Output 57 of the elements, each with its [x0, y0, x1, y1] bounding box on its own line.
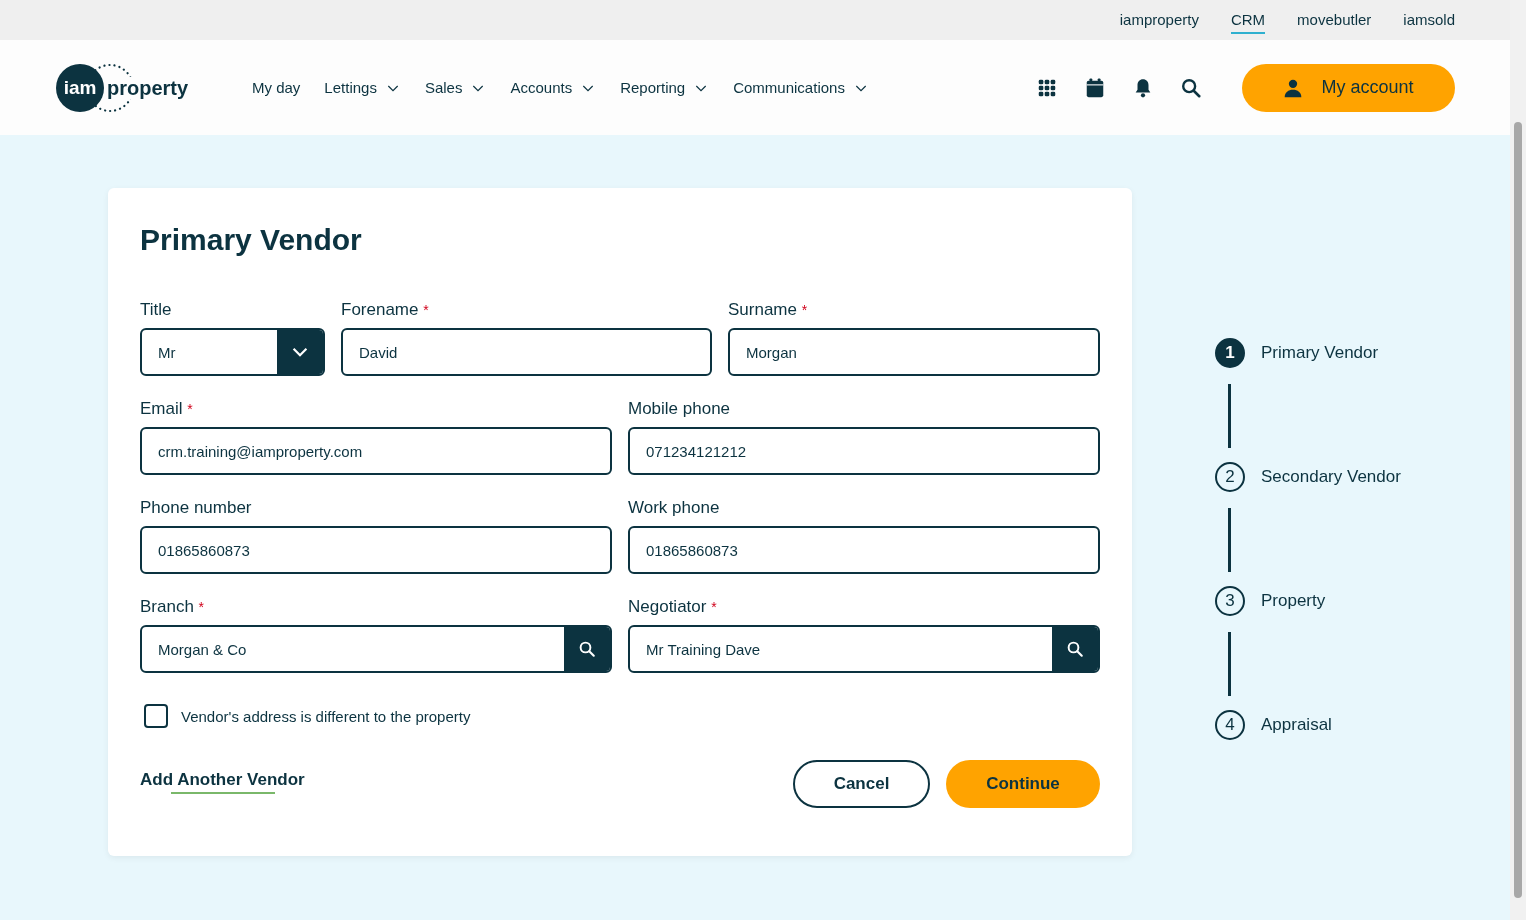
- step-label[interactable]: Property: [1261, 591, 1326, 611]
- field-label: Mobile phone: [628, 399, 732, 419]
- field-label: Phone number: [140, 498, 253, 518]
- nav-item[interactable]: Lettings: [324, 79, 401, 96]
- search-button[interactable]: [564, 627, 610, 671]
- cancel-button[interactable]: Cancel: [793, 760, 930, 808]
- checkbox[interactable]: [144, 704, 168, 728]
- step-number: 3: [1215, 586, 1245, 616]
- nav-item[interactable]: Reporting: [620, 79, 710, 96]
- step-connector: [1228, 632, 1231, 696]
- step-connector: [1228, 384, 1231, 448]
- input-field[interactable]: 01865860873: [140, 526, 612, 574]
- scrollbar[interactable]: [1510, 0, 1526, 920]
- top-link[interactable]: iamproperty: [1119, 6, 1199, 34]
- top-link[interactable]: iamsold: [1403, 6, 1455, 34]
- search-icon[interactable]: [578, 640, 596, 658]
- form-heading: Primary Vendor: [140, 222, 363, 258]
- field-label: Branch *: [140, 597, 206, 617]
- search-button[interactable]: [1052, 627, 1098, 671]
- continue-button[interactable]: Continue: [946, 760, 1100, 808]
- top-link[interactable]: CRM: [1230, 6, 1266, 34]
- step-number: 1: [1215, 338, 1245, 368]
- checkbox-label: Vendor's address is different to the property: [181, 707, 471, 725]
- lookup-field[interactable]: Mr Training Dave: [628, 625, 1100, 673]
- nav-item[interactable]: Sales: [424, 79, 487, 96]
- select-field[interactable]: Mr: [140, 328, 325, 376]
- field-label: Surname *: [728, 300, 809, 320]
- input-field[interactable]: 071234121212: [628, 427, 1100, 475]
- input-field[interactable]: David: [341, 328, 712, 376]
- scrollbar-thumb[interactable]: [1514, 122, 1522, 898]
- step-number: 2: [1215, 462, 1245, 492]
- input-field[interactable]: Morgan: [728, 328, 1100, 376]
- nav-item[interactable]: Accounts: [510, 79, 597, 96]
- field-label: Work phone: [628, 498, 721, 518]
- input-field[interactable]: crm.training@iamproperty.com: [140, 427, 612, 475]
- person-icon[interactable]: [1283, 77, 1304, 98]
- field-label: Forename *: [341, 300, 430, 320]
- add-vendor-link[interactable]: Add Another Vendor: [140, 770, 305, 794]
- field-label: Email *: [140, 399, 194, 419]
- step-label[interactable]: Primary Vendor: [1261, 343, 1379, 363]
- step-connector: [1228, 508, 1231, 572]
- search-icon[interactable]: [1066, 640, 1084, 658]
- search-icon[interactable]: [1180, 76, 1202, 99]
- step-number: 4: [1215, 710, 1245, 740]
- account-button[interactable]: My account: [1242, 63, 1455, 112]
- logo-text[interactable]: property: [107, 76, 189, 99]
- nav-item[interactable]: My day: [252, 79, 301, 96]
- input-field[interactable]: 01865860873: [628, 526, 1100, 574]
- field-label: Negotiator *: [628, 597, 718, 617]
- top-link[interactable]: movebutler: [1297, 6, 1372, 34]
- calendar-icon[interactable]: [1084, 76, 1106, 99]
- lookup-field[interactable]: Morgan & Co: [140, 625, 612, 673]
- step-label[interactable]: Secondary Vendor: [1261, 467, 1401, 487]
- field-label: Title: [140, 300, 173, 320]
- step-label[interactable]: Appraisal: [1261, 715, 1332, 735]
- logo-badge[interactable]: iam: [56, 63, 104, 112]
- nav-item[interactable]: Communications: [733, 79, 869, 96]
